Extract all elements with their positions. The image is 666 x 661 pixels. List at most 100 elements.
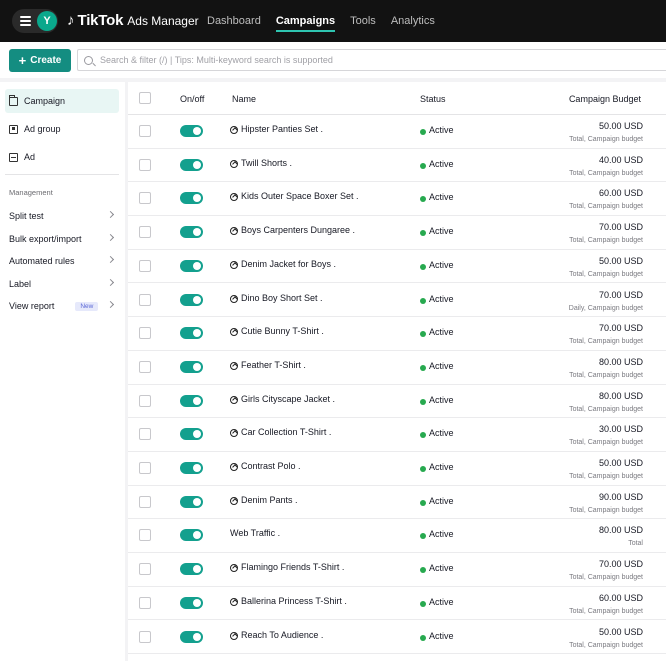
campaign-toggle[interactable]: [180, 596, 203, 609]
budget-value[interactable]: 50.00 USD: [599, 256, 643, 266]
budget-value[interactable]: 90.00 USD: [599, 492, 643, 502]
table-row[interactable]: Denim Jacket for Boys . Active 50.00 USD To…: [128, 250, 666, 284]
row-checkbox[interactable]: [139, 596, 151, 609]
campaign-name[interactable]: Feather T-Shirt .: [241, 360, 306, 370]
campaign-name[interactable]: Hipster Panties Set .: [241, 124, 323, 134]
search-input[interactable]: [100, 55, 640, 65]
campaign-name[interactable]: Flamingo Friends T-Shirt .: [241, 562, 344, 572]
row-checkbox[interactable]: [139, 630, 151, 643]
search-bar[interactable]: [77, 49, 666, 71]
budget-value[interactable]: 50.00 USD: [599, 627, 643, 637]
campaign-toggle[interactable]: [180, 293, 203, 306]
budget-value[interactable]: 80.00 USD: [599, 357, 643, 367]
table-row[interactable]: Ballerina Princess T-Shirt . Active 60.00 …: [128, 587, 666, 621]
sidebar-item-automated-rules[interactable]: Automated rules: [9, 254, 115, 268]
campaign-name[interactable]: Cutie Bunny T-Shirt .: [241, 326, 324, 336]
budget-value[interactable]: 40.00 USD: [599, 155, 643, 165]
table-row[interactable]: Contrast Polo . Active 50.00 USD Total, Cam…: [128, 452, 666, 486]
campaign-name[interactable]: Girls Cityscape Jacket .: [241, 394, 335, 404]
table-row[interactable]: Cutie Bunny T-Shirt . Active 70.00 USD Tota…: [128, 317, 666, 351]
budget-value[interactable]: 60.00 USD: [599, 593, 643, 603]
row-checkbox[interactable]: [139, 125, 151, 137]
sidebar-item-view-report[interactable]: View report New: [9, 299, 115, 313]
table-row[interactable]: Boys Carpenters Dungaree . Active 70.00 US…: [128, 216, 666, 250]
sidebar-item-bulk-export[interactable]: Bulk export/import: [9, 232, 115, 246]
campaign-name[interactable]: Boys Carpenters Dungaree .: [241, 225, 355, 235]
table-row[interactable]: Flamingo Friends T-Shirt . Active 70.00 US…: [128, 553, 666, 587]
table-row[interactable]: Car Collection T-Shirt . Active 30.00 USD T…: [128, 418, 666, 452]
budget-value[interactable]: 30.00 USD: [599, 424, 643, 434]
row-checkbox[interactable]: [139, 158, 151, 171]
row-checkbox[interactable]: [139, 192, 151, 205]
campaign-toggle[interactable]: [180, 259, 203, 272]
row-checkbox[interactable]: [139, 226, 151, 239]
nav-tools[interactable]: Tools: [350, 0, 376, 42]
campaign-name[interactable]: Dino Boy Short Set .: [241, 293, 323, 303]
table-row[interactable]: Twill Shorts . Active 40.00 USD Total, Camp…: [128, 149, 666, 183]
budget-value[interactable]: 60.00 USD: [599, 188, 643, 198]
campaign-toggle[interactable]: [180, 563, 203, 576]
sidebar-item-label-mgmt[interactable]: Label: [9, 277, 115, 291]
campaign-toggle[interactable]: [180, 125, 203, 137]
campaign-toggle[interactable]: [180, 192, 203, 205]
budget-value[interactable]: 70.00 USD: [599, 222, 643, 232]
campaign-toggle[interactable]: [180, 327, 203, 340]
campaign-name[interactable]: Kids Outer Space Boxer Set .: [241, 191, 359, 201]
budget-value[interactable]: 50.00 USD: [599, 121, 643, 131]
campaign-name[interactable]: Ballerina Princess T-Shirt .: [241, 596, 347, 606]
campaign-toggle[interactable]: [180, 630, 203, 643]
campaign-toggle[interactable]: [180, 360, 203, 373]
column-name[interactable]: Name: [232, 94, 256, 104]
row-checkbox[interactable]: [139, 394, 151, 407]
create-button[interactable]: + Create: [9, 49, 71, 72]
campaign-name[interactable]: Car Collection T-Shirt .: [241, 427, 331, 437]
table-row[interactable]: Reach To Audience . Active 50.00 USD Total,…: [128, 621, 666, 655]
budget-value[interactable]: 70.00 USD: [599, 559, 643, 569]
campaign-name[interactable]: Web Traffic .: [230, 528, 280, 538]
sidebar-item-campaign[interactable]: Campaign: [5, 89, 119, 113]
table-row[interactable]: Denim Pants . Active 90.00 USD Total, Campa…: [128, 486, 666, 520]
table-row[interactable]: Girls Cityscape Jacket . Active 80.00 USD T…: [128, 385, 666, 419]
budget-value[interactable]: 80.00 USD: [599, 391, 643, 401]
campaign-toggle[interactable]: [180, 462, 203, 474]
campaign-name[interactable]: Denim Jacket for Boys .: [241, 259, 336, 269]
column-budget[interactable]: Campaign Budget: [569, 94, 641, 104]
sidebar-item-split-test[interactable]: Split test: [9, 209, 115, 223]
campaign-toggle[interactable]: [180, 226, 203, 239]
table-row[interactable]: Dino Boy Short Set . Active 70.00 USD Daily…: [128, 284, 666, 318]
hamburger-icon[interactable]: [20, 16, 31, 26]
nav-analytics[interactable]: Analytics: [391, 0, 435, 42]
campaign-name[interactable]: Contrast Polo .: [241, 461, 301, 471]
avatar[interactable]: Y: [37, 11, 57, 31]
campaign-toggle[interactable]: [180, 529, 203, 542]
row-checkbox[interactable]: [139, 563, 151, 576]
row-checkbox[interactable]: [139, 495, 151, 508]
campaign-toggle[interactable]: [180, 158, 203, 171]
row-checkbox[interactable]: [139, 428, 151, 441]
budget-value[interactable]: 50.00 USD: [599, 458, 643, 468]
sidebar-item-ad-group[interactable]: Ad group: [5, 117, 119, 141]
select-all-checkbox[interactable]: [139, 92, 151, 104]
budget-value[interactable]: 80.00 USD: [599, 525, 643, 535]
nav-dashboard[interactable]: Dashboard: [207, 0, 261, 42]
row-checkbox[interactable]: [139, 327, 151, 340]
campaign-toggle[interactable]: [180, 428, 203, 441]
table-row[interactable]: Kids Outer Space Boxer Set . Active 60.00 …: [128, 182, 666, 217]
campaign-name[interactable]: Denim Pants .: [241, 495, 298, 505]
account-menu-button[interactable]: Y: [12, 9, 58, 33]
campaign-name[interactable]: Twill Shorts .: [241, 158, 292, 168]
campaign-toggle[interactable]: [180, 394, 203, 407]
nav-campaigns[interactable]: Campaigns: [275, 0, 336, 42]
campaign-toggle[interactable]: [180, 495, 203, 508]
column-status[interactable]: Status: [420, 94, 446, 104]
table-row[interactable]: Hipster Panties Set . Active 50.00 USD Tota…: [128, 115, 666, 149]
table-row[interactable]: Web Traffic . Active 80.00 USD Total: [128, 519, 666, 554]
row-checkbox[interactable]: [139, 529, 151, 542]
row-checkbox[interactable]: [139, 293, 151, 306]
sidebar-item-ad[interactable]: Ad: [5, 145, 119, 169]
column-onoff[interactable]: On/off: [180, 94, 204, 104]
budget-value[interactable]: 70.00 USD: [599, 323, 643, 333]
brand-logo[interactable]: ♪ TikTok Ads Manager: [67, 12, 199, 29]
budget-value[interactable]: 70.00 USD: [599, 290, 643, 300]
row-checkbox[interactable]: [139, 462, 151, 474]
